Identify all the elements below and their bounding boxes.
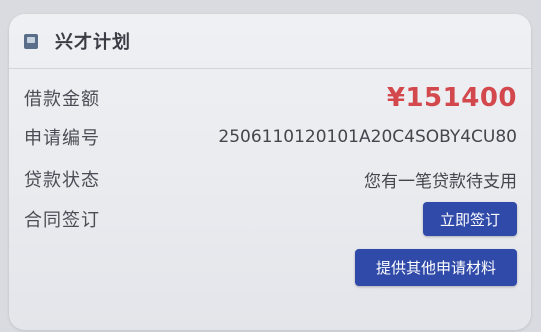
contract-sign-label: 合同签订	[24, 210, 100, 231]
header-divider	[9, 68, 531, 69]
provide-materials-button[interactable]: 提供其他申请材料	[355, 249, 517, 286]
loan-status-label: 贷款状态	[24, 170, 100, 191]
application-number-label: 申请编号	[24, 128, 100, 149]
sign-now-button[interactable]: 立即签订	[423, 202, 517, 236]
loan-amount-label: 借款金额	[24, 89, 100, 110]
application-number-row: 申请编号 2506110120101A20C4SOBY4CU80	[24, 120, 517, 154]
loan-status-value: 您有一笔贷款待支用	[364, 171, 517, 192]
loan-status-row: 贷款状态 您有一笔贷款待支用	[24, 162, 517, 196]
application-number-value: 2506110120101A20C4SOBY4CU80	[218, 127, 517, 147]
book-icon	[24, 33, 38, 49]
loan-amount-value: ¥151400	[386, 83, 517, 113]
card-title: 兴才计划	[55, 32, 131, 53]
loan-amount-row: 借款金额 ¥151400	[24, 81, 517, 115]
card-header: 兴才计划	[24, 29, 131, 53]
